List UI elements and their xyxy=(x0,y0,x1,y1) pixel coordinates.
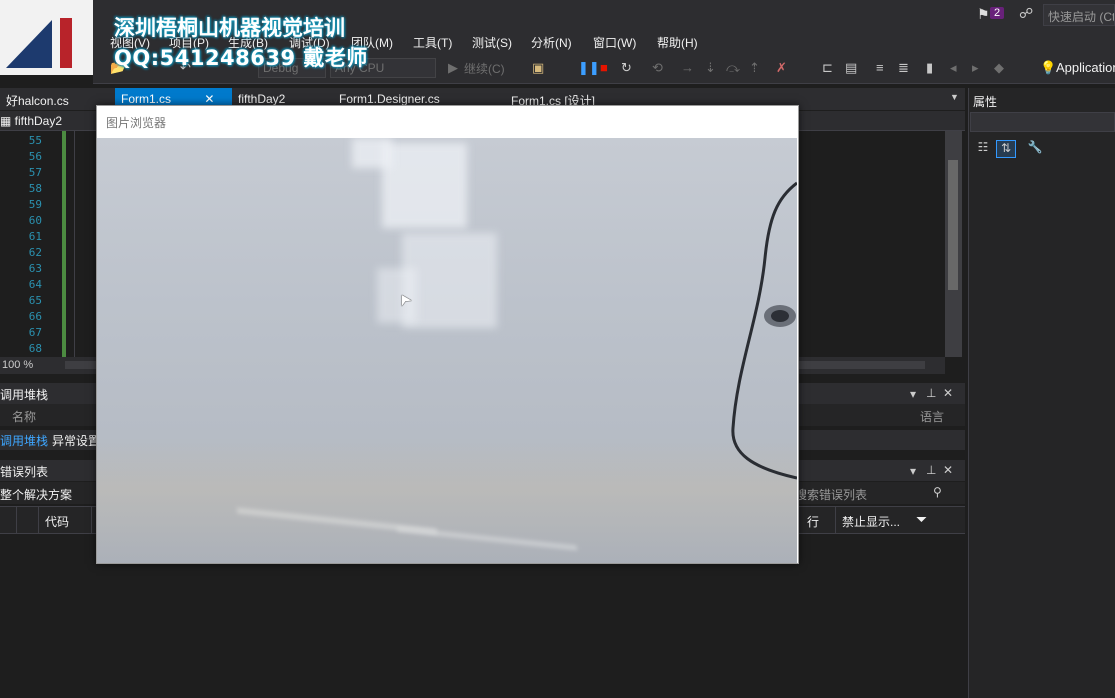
close-icon[interactable]: ✕ xyxy=(943,386,953,400)
properties-panel xyxy=(968,88,1115,698)
line-number: 66 xyxy=(28,310,42,323)
callstack-title: 调用堆栈 xyxy=(0,388,49,402)
tab-callstack[interactable]: 调用堆栈 xyxy=(0,432,48,449)
line-number: 68 xyxy=(28,342,42,355)
line-number: 57 xyxy=(28,166,42,179)
line-number: 59 xyxy=(28,198,42,211)
quick-launch-input[interactable]: 快速启动 (Ctrl+Q) xyxy=(1043,4,1115,26)
continue-button[interactable]: 继续(C) xyxy=(464,60,505,77)
feedback-icon[interactable]: ☍ xyxy=(1019,5,1033,22)
bookmark-prev-icon[interactable]: ◂ xyxy=(950,60,957,76)
line-number: 55 xyxy=(28,134,42,147)
pin-icon[interactable]: ⊥ xyxy=(926,463,936,477)
search-icon[interactable]: ⚲ xyxy=(933,485,942,499)
errorlist-search-input[interactable]: 搜索错误列表 xyxy=(795,486,867,503)
filter-icon[interactable]: ⏷ xyxy=(916,511,927,528)
tab-halcon-cs[interactable]: 好halcon.cs xyxy=(0,88,75,110)
light-reflection xyxy=(382,143,467,228)
process-icon[interactable]: ▣ xyxy=(532,60,544,76)
close-icon[interactable]: ✕ xyxy=(943,463,953,477)
zoom-level[interactable]: 100 % xyxy=(2,359,33,371)
bookmark-clear-icon[interactable]: ◆ xyxy=(994,60,1004,76)
light-reflection xyxy=(352,138,392,168)
class-dropdown-label: fifthDay2 xyxy=(14,114,63,128)
notification-flag-icon[interactable]: ⚑ xyxy=(977,6,990,23)
tab-form1-label: Form1.cs xyxy=(121,92,172,106)
dropdown-icon[interactable]: ▾ xyxy=(910,464,916,478)
image-preview[interactable] xyxy=(97,138,797,563)
wrench-icon[interactable]: 🔧 xyxy=(1025,140,1045,158)
object-edge-graphic xyxy=(731,181,797,480)
line-number: 67 xyxy=(28,326,42,339)
column-code[interactable]: 代码 xyxy=(45,513,69,530)
logo xyxy=(0,0,93,75)
step-into-icon[interactable]: ⇣ xyxy=(705,60,716,76)
alphabetical-icon[interactable]: ⇅ xyxy=(996,140,1016,158)
watermark-contact: QQ:541248639 戴老师 xyxy=(114,46,368,70)
class-dropdown[interactable]: ▦ fifthDay2 xyxy=(0,114,62,128)
restart-icon[interactable]: ↻ xyxy=(621,60,632,76)
exception-icon[interactable]: ✗ xyxy=(776,60,787,76)
watermark-title: 深圳梧桐山机器视觉培训 xyxy=(114,16,345,40)
column-line[interactable]: 行 xyxy=(807,513,819,530)
step-next-icon[interactable]: → xyxy=(681,60,694,75)
bookmark-icon[interactable]: ▮ xyxy=(926,60,933,76)
bookmark-next-icon[interactable]: ▸ xyxy=(972,60,979,76)
notification-count-badge[interactable]: 2 xyxy=(990,7,1005,19)
line-number: 56 xyxy=(28,150,42,163)
line-number: 62 xyxy=(28,246,42,259)
close-icon[interactable]: ✕ xyxy=(204,92,214,106)
column-language[interactable]: 语言 xyxy=(920,408,944,425)
change-marker xyxy=(62,131,66,357)
tab-exception-settings[interactable]: 异常设置 xyxy=(52,432,100,449)
column-separator xyxy=(38,506,39,534)
continue-icon[interactable]: ▶ xyxy=(448,60,458,76)
line-number: 60 xyxy=(28,214,42,227)
dropdown-icon[interactable]: ▾ xyxy=(910,387,916,401)
line-number: 61 xyxy=(28,230,42,243)
categorized-icon[interactable]: ☷ xyxy=(973,140,993,158)
uncomment-icon[interactable]: ≣ xyxy=(898,60,909,76)
gutter-divider xyxy=(74,131,75,357)
lightbulb-icon[interactable]: 💡 xyxy=(1040,60,1056,76)
column-separator xyxy=(16,506,17,534)
logo-graphic xyxy=(0,0,93,75)
menu-window[interactable]: 窗口(W) xyxy=(593,34,636,51)
errorlist-title: 错误列表 xyxy=(0,465,49,479)
vertical-scroll-thumb[interactable] xyxy=(948,160,958,290)
tab-overflow-icon[interactable]: ▼ xyxy=(950,92,959,102)
pause-icon[interactable]: ❚❚ xyxy=(578,60,600,76)
line-number: 58 xyxy=(28,182,42,195)
pin-icon[interactable]: ⊥ xyxy=(926,386,936,400)
step-over-icon[interactable]: ⤼ xyxy=(726,60,740,76)
step-out-icon[interactable]: ⇡ xyxy=(749,60,760,76)
line-number: 65 xyxy=(28,294,42,307)
column-name[interactable]: 名称 xyxy=(12,408,36,425)
properties-object-dropdown[interactable] xyxy=(970,112,1115,132)
dialog-title: 图片浏览器 xyxy=(106,116,167,130)
line-number: 63 xyxy=(28,262,42,275)
menu-analyze[interactable]: 分析(N) xyxy=(531,34,572,51)
menu-help[interactable]: 帮助(H) xyxy=(657,34,698,51)
stop-icon[interactable]: ■ xyxy=(600,60,608,75)
format-icon[interactable]: ▤ xyxy=(845,60,857,76)
errorlist-scope-dropdown[interactable]: 整个解决方案 xyxy=(0,486,72,503)
line-number: 64 xyxy=(28,278,42,291)
floor-gradient xyxy=(97,438,797,563)
column-suppress[interactable]: 禁止显示... xyxy=(842,513,900,530)
properties-title: 属性 xyxy=(973,95,998,109)
hot-reload-icon[interactable]: ⟲ xyxy=(652,60,663,76)
menu-test[interactable]: 测试(S) xyxy=(472,34,512,51)
menu-tools[interactable]: 工具(T) xyxy=(413,34,452,51)
column-separator xyxy=(91,506,92,534)
column-separator xyxy=(835,506,836,534)
comment-icon[interactable]: ≡ xyxy=(876,60,884,75)
outline-icon[interactable]: ⊏ xyxy=(822,60,833,76)
application-insights-button[interactable]: Application Insights xyxy=(1056,60,1115,75)
